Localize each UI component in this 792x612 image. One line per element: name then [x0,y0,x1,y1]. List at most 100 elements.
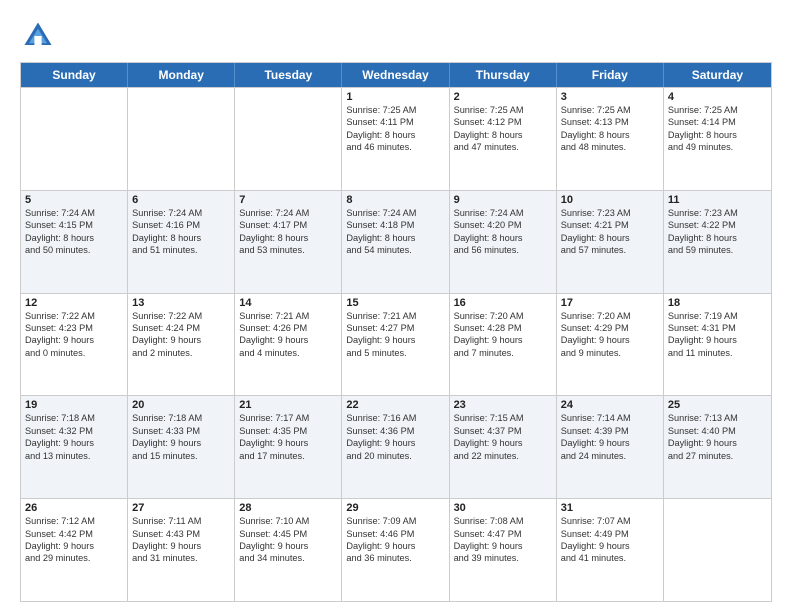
calendar-cell: 21Sunrise: 7:17 AMSunset: 4:35 PMDayligh… [235,396,342,498]
weekday-header: Wednesday [342,63,449,87]
cell-info-line: Sunrise: 7:24 AM [25,207,123,219]
cell-info-line: Sunrise: 7:23 AM [561,207,659,219]
cell-info-line: and 22 minutes. [454,450,552,462]
cell-info-line: Daylight: 9 hours [25,437,123,449]
cell-info-line: Daylight: 9 hours [561,437,659,449]
cell-info-line: Daylight: 9 hours [132,334,230,346]
calendar-cell: 19Sunrise: 7:18 AMSunset: 4:32 PMDayligh… [21,396,128,498]
cell-info-line: Sunset: 4:14 PM [668,116,767,128]
cell-info-line: Sunrise: 7:13 AM [668,412,767,424]
day-number: 14 [239,297,337,309]
cell-info-line: Sunrise: 7:24 AM [454,207,552,219]
day-number: 10 [561,194,659,206]
cell-info-line: Sunset: 4:33 PM [132,425,230,437]
cell-info-line: Sunrise: 7:25 AM [346,104,444,116]
cell-info-line: Daylight: 8 hours [668,129,767,141]
cell-info-line: Sunrise: 7:16 AM [346,412,444,424]
cell-info-line: and 53 minutes. [239,244,337,256]
calendar-row: 1Sunrise: 7:25 AMSunset: 4:11 PMDaylight… [21,87,771,190]
cell-info-line: Sunrise: 7:17 AM [239,412,337,424]
cell-info-line: Sunset: 4:46 PM [346,528,444,540]
day-number: 28 [239,502,337,514]
day-number: 3 [561,91,659,103]
cell-info-line: and 15 minutes. [132,450,230,462]
cell-info-line: Sunrise: 7:09 AM [346,515,444,527]
day-number: 25 [668,399,767,411]
cell-info-line: Sunrise: 7:23 AM [668,207,767,219]
calendar-cell: 30Sunrise: 7:08 AMSunset: 4:47 PMDayligh… [450,499,557,601]
calendar-cell: 15Sunrise: 7:21 AMSunset: 4:27 PMDayligh… [342,294,449,396]
cell-info-line: Sunset: 4:27 PM [346,322,444,334]
cell-info-line: Daylight: 9 hours [25,540,123,552]
calendar-body: 1Sunrise: 7:25 AMSunset: 4:11 PMDaylight… [21,87,771,601]
cell-info-line: and 11 minutes. [668,347,767,359]
day-number: 1 [346,91,444,103]
cell-info-line: Sunset: 4:31 PM [668,322,767,334]
cell-info-line: Sunrise: 7:24 AM [132,207,230,219]
calendar-cell: 10Sunrise: 7:23 AMSunset: 4:21 PMDayligh… [557,191,664,293]
cell-info-line: and 9 minutes. [561,347,659,359]
calendar-cell: 20Sunrise: 7:18 AMSunset: 4:33 PMDayligh… [128,396,235,498]
cell-info-line: and 59 minutes. [668,244,767,256]
cell-info-line: Sunset: 4:29 PM [561,322,659,334]
cell-info-line: and 47 minutes. [454,141,552,153]
cell-info-line: Sunset: 4:11 PM [346,116,444,128]
cell-info-line: and 48 minutes. [561,141,659,153]
cell-info-line: and 39 minutes. [454,552,552,564]
cell-info-line: and 57 minutes. [561,244,659,256]
day-number: 13 [132,297,230,309]
cell-info-line: and 49 minutes. [668,141,767,153]
calendar-cell: 6Sunrise: 7:24 AMSunset: 4:16 PMDaylight… [128,191,235,293]
cell-info-line: and 5 minutes. [346,347,444,359]
cell-info-line: Daylight: 9 hours [454,540,552,552]
calendar-header: SundayMondayTuesdayWednesdayThursdayFrid… [21,63,771,87]
weekday-header: Thursday [450,63,557,87]
cell-info-line: Sunrise: 7:12 AM [25,515,123,527]
cell-info-line: Sunset: 4:37 PM [454,425,552,437]
cell-info-line: Daylight: 8 hours [561,129,659,141]
calendar-cell [664,499,771,601]
day-number: 18 [668,297,767,309]
cell-info-line: Sunrise: 7:21 AM [346,310,444,322]
calendar-cell: 31Sunrise: 7:07 AMSunset: 4:49 PMDayligh… [557,499,664,601]
day-number: 31 [561,502,659,514]
calendar-cell: 22Sunrise: 7:16 AMSunset: 4:36 PMDayligh… [342,396,449,498]
day-number: 4 [668,91,767,103]
logo [20,18,62,54]
cell-info-line: Sunrise: 7:24 AM [346,207,444,219]
cell-info-line: and 0 minutes. [25,347,123,359]
weekday-header: Monday [128,63,235,87]
cell-info-line: Sunset: 4:28 PM [454,322,552,334]
calendar-cell: 4Sunrise: 7:25 AMSunset: 4:14 PMDaylight… [664,88,771,190]
cell-info-line: Sunset: 4:16 PM [132,219,230,231]
cell-info-line: Sunset: 4:36 PM [346,425,444,437]
calendar-cell: 27Sunrise: 7:11 AMSunset: 4:43 PMDayligh… [128,499,235,601]
calendar-cell [21,88,128,190]
cell-info-line: Daylight: 9 hours [561,540,659,552]
cell-info-line: Sunset: 4:20 PM [454,219,552,231]
cell-info-line: and 46 minutes. [346,141,444,153]
cell-info-line: Sunset: 4:40 PM [668,425,767,437]
cell-info-line: and 4 minutes. [239,347,337,359]
cell-info-line: Sunrise: 7:20 AM [561,310,659,322]
cell-info-line: Daylight: 8 hours [668,232,767,244]
calendar-cell: 7Sunrise: 7:24 AMSunset: 4:17 PMDaylight… [235,191,342,293]
calendar-cell [128,88,235,190]
cell-info-line: Daylight: 8 hours [346,232,444,244]
cell-info-line: Daylight: 9 hours [346,540,444,552]
weekday-header: Sunday [21,63,128,87]
cell-info-line: Daylight: 8 hours [132,232,230,244]
cell-info-line: Sunset: 4:17 PM [239,219,337,231]
calendar-cell: 3Sunrise: 7:25 AMSunset: 4:13 PMDaylight… [557,88,664,190]
cell-info-line: Sunset: 4:49 PM [561,528,659,540]
day-number: 17 [561,297,659,309]
day-number: 12 [25,297,123,309]
calendar-cell: 18Sunrise: 7:19 AMSunset: 4:31 PMDayligh… [664,294,771,396]
cell-info-line: Sunrise: 7:25 AM [668,104,767,116]
calendar-cell: 9Sunrise: 7:24 AMSunset: 4:20 PMDaylight… [450,191,557,293]
cell-info-line: Sunrise: 7:24 AM [239,207,337,219]
calendar-cell: 25Sunrise: 7:13 AMSunset: 4:40 PMDayligh… [664,396,771,498]
day-number: 15 [346,297,444,309]
cell-info-line: and 29 minutes. [25,552,123,564]
day-number: 30 [454,502,552,514]
